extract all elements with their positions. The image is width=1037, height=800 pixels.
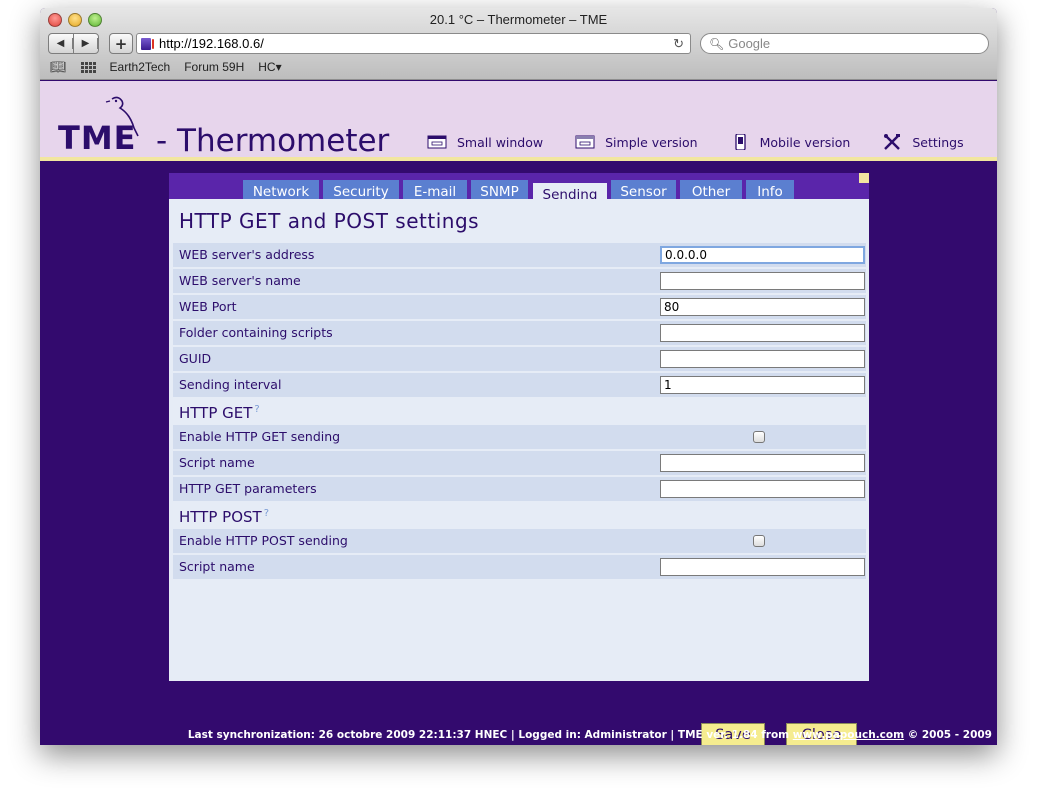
settings-panel: HTTP GET and POST settings WEB server's … [169, 199, 869, 745]
corner-marker [859, 173, 869, 183]
forward-button[interactable]: ▶ [74, 34, 98, 53]
tme-logo: TME [58, 119, 137, 157]
page-title: - Thermometer [156, 123, 390, 159]
row-sending-interval: Sending interval [173, 373, 866, 397]
http-get-heading: HTTP GET? [179, 404, 260, 422]
reading-list-icon[interactable]: 📖︎ [50, 59, 67, 75]
field-label: WEB server's address [179, 247, 315, 262]
back-arrow-icon: ◀ [49, 38, 73, 49]
field-label: Sending interval [179, 377, 282, 392]
top-sites-grid-icon[interactable] [80, 61, 96, 73]
reload-icon[interactable]: ↻ [673, 36, 684, 52]
mobile-icon [734, 134, 746, 150]
simple-version-label: Simple version [605, 134, 698, 150]
field-label: WEB Port [179, 299, 237, 314]
field-label: Script name [179, 559, 255, 574]
web-port-input[interactable] [660, 298, 865, 316]
web-page: TME - Thermometer Small window Simple ve… [40, 81, 997, 745]
window-title: 20.1 °C – Thermometer – TME [429, 12, 608, 27]
field-label: Folder containing scripts [179, 325, 333, 340]
plus-icon: + [114, 34, 128, 53]
search-field[interactable]: 🔍︎ Google [700, 33, 989, 54]
section-title: HTTP POST [179, 508, 262, 526]
field-label: Script name [179, 455, 255, 470]
enable-http-post-checkbox[interactable] [753, 535, 765, 547]
simple-version-icon [575, 135, 595, 149]
page-header: TME - Thermometer Small window Simple ve… [40, 81, 997, 161]
web-server-name-input[interactable] [660, 272, 865, 290]
scripts-folder-input[interactable] [660, 324, 865, 342]
get-parameters-input[interactable] [660, 480, 865, 498]
row-enable-http-post: Enable HTTP POST sending [173, 529, 866, 553]
row-scripts-folder: Folder containing scripts [173, 321, 866, 345]
get-script-name-input[interactable] [660, 454, 865, 472]
field-label: Enable HTTP GET sending [179, 429, 341, 444]
bookmark-forum-59h[interactable]: Forum 59H [184, 60, 244, 74]
status-footer: Last synchronization: 26 octobre 2009 22… [188, 729, 992, 741]
small-window-icon [427, 135, 447, 149]
back-button[interactable]: ◀ [49, 34, 74, 53]
row-get-parameters: HTTP GET parameters [173, 477, 866, 501]
row-web-port: WEB Port [173, 295, 866, 319]
section-title: HTTP GET [179, 404, 253, 422]
row-post-script-name: Script name [173, 555, 866, 579]
bookmark-earth2tech[interactable]: Earth2Tech [110, 60, 171, 74]
row-enable-http-get: Enable HTTP GET sending [173, 425, 866, 449]
http-post-heading: HTTP POST? [179, 508, 269, 526]
header-links: Small window Simple version Mobile versi… [427, 134, 964, 150]
bookmarks-bar: 📖︎ Earth2Tech Forum 59H HC▾ [50, 59, 282, 75]
field-label: GUID [179, 351, 212, 366]
history-buttons: ◀ ▶ [48, 33, 99, 54]
sending-interval-input[interactable] [660, 376, 865, 394]
settings-tab-bar: Network Security E-mail SNMP Sending Sen… [169, 173, 869, 207]
settings-tools-icon [884, 134, 901, 150]
thermometer-favicon-icon [141, 37, 154, 50]
papouch-link[interactable]: www.papouch.com [793, 729, 904, 741]
search-placeholder: Google [728, 36, 771, 51]
address-bar[interactable]: http://192.168.0.6/ ↻ [136, 33, 691, 54]
http-get-help-link[interactable]: ? [254, 404, 259, 415]
http-post-help-link[interactable]: ? [264, 508, 269, 519]
post-script-name-input[interactable] [660, 558, 865, 576]
footer-copyright: © 2005 - 2009 [904, 729, 992, 741]
bookmark-hc-menu[interactable]: HC▾ [258, 60, 281, 74]
settings-label: Settings [912, 134, 964, 150]
search-icon: 🔍︎ [709, 36, 725, 51]
browser-chrome: 20.1 °C – Thermometer – TME ◀ ▶ + http:/… [40, 8, 997, 80]
settings-link[interactable]: Settings [882, 134, 964, 150]
footer-status-text: Last synchronization: 26 octobre 2009 22… [187, 729, 793, 741]
small-window-link[interactable]: Small window [427, 134, 543, 150]
mobile-version-link[interactable]: Mobile version [730, 134, 851, 150]
url-text: http://192.168.0.6/ [159, 36, 264, 51]
row-get-script-name: Script name [173, 451, 866, 475]
browser-window: 20.1 °C – Thermometer – TME ◀ ▶ + http:/… [40, 8, 997, 745]
field-label: Enable HTTP POST sending [179, 533, 348, 548]
field-label: WEB server's name [179, 273, 301, 288]
field-label: HTTP GET parameters [179, 481, 317, 496]
row-web-server-address: WEB server's address [173, 243, 866, 267]
simple-version-link[interactable]: Simple version [575, 134, 698, 150]
small-window-label: Small window [457, 134, 544, 150]
web-server-address-input[interactable] [660, 246, 865, 264]
add-bookmark-button[interactable]: + [109, 33, 133, 54]
guid-input[interactable] [660, 350, 865, 368]
mobile-version-label: Mobile version [759, 134, 851, 150]
form-title: HTTP GET and POST settings [179, 209, 480, 233]
row-web-server-name: WEB server's name [173, 269, 866, 293]
row-guid: GUID [173, 347, 866, 371]
enable-http-get-checkbox[interactable] [753, 431, 765, 443]
forward-arrow-icon: ▶ [74, 38, 98, 49]
